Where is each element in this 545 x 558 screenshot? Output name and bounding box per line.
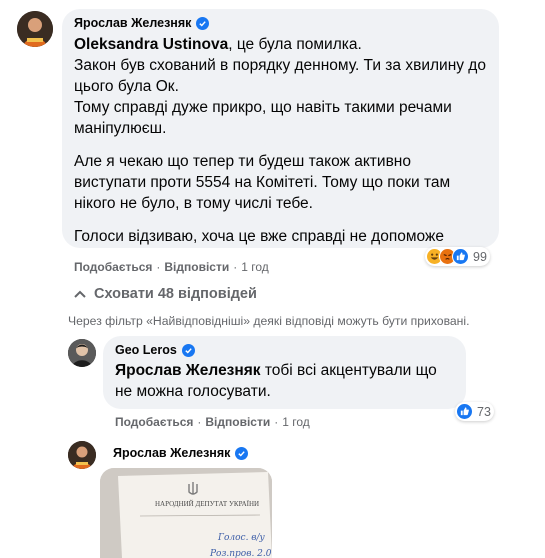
author-name[interactable]: Geo Leros	[115, 343, 177, 357]
filter-notice: Через фільтр «Найвідповідніші» деякі від…	[68, 314, 470, 328]
author-name[interactable]: Ярослав Железняк	[74, 16, 191, 30]
document-header: НАРОДНИЙ ДЕПУТАТ УКРАЇНИ	[155, 500, 259, 508]
separator: ·	[197, 415, 202, 429]
like-button[interactable]: Подобається	[74, 260, 152, 274]
handwriting-note: Роз.пров. 2.0	[209, 549, 272, 558]
verified-badge-icon	[181, 343, 195, 357]
reply-actions: Подобається · Відповісти · 1 год	[115, 415, 310, 429]
reply-bubble: Geo Leros Ярослав Железняк тобі всі акце…	[103, 336, 466, 409]
reaction-count: 99	[473, 249, 487, 264]
separator: ·	[156, 260, 161, 274]
reaction-count: 73	[477, 404, 491, 419]
chevron-up-icon	[74, 290, 86, 298]
comment-paragraph: Голоси відзиваю, хоча це вже справді не …	[74, 228, 444, 245]
like-icon	[452, 248, 469, 265]
hide-replies-label[interactable]: Сховати 48 відповідей	[94, 286, 257, 302]
hide-replies-button[interactable]: Сховати 48 відповідей	[74, 286, 257, 302]
separator: ·	[274, 415, 279, 429]
mention-link[interactable]: Oleksandra Ustinova	[74, 36, 228, 53]
like-icon	[456, 403, 473, 420]
comment-actions: Подобається · Відповісти · 1 год	[74, 260, 269, 274]
comment-text: Oleksandra Ustinova, це була помилка. За…	[74, 34, 487, 247]
handwriting-note: Голос. в/у	[217, 533, 266, 543]
verified-badge-icon	[196, 16, 210, 30]
attached-photo[interactable]: НАРОДНИЙ ДЕПУТАТ УКРАЇНИ Голос. в/у Роз.…	[100, 468, 272, 558]
comment-text-fragment: Закон був схований в порядку денному. Ти…	[74, 57, 486, 95]
reply2-author[interactable]: Ярослав Железняк	[113, 446, 249, 460]
comment-author[interactable]: Ярослав Железняк	[74, 16, 487, 30]
avatar[interactable]	[68, 441, 96, 469]
reply-author[interactable]: Geo Leros	[115, 343, 454, 357]
separator: ·	[233, 260, 238, 274]
author-name[interactable]: Ярослав Железняк	[113, 446, 230, 460]
timestamp[interactable]: 1 год	[282, 415, 310, 429]
reaction-summary[interactable]: 73	[455, 402, 494, 421]
comment-bubble: Ярослав Железняк Oleksandra Ustinova, це…	[62, 9, 499, 248]
like-button[interactable]: Подобається	[115, 415, 193, 429]
timestamp[interactable]: 1 год	[241, 260, 269, 274]
verified-badge-icon	[235, 446, 249, 460]
comment-text-fragment: Тому справді дуже прикро, що навіть таки…	[74, 99, 452, 137]
reply-button[interactable]: Відповісти	[205, 415, 270, 429]
comment-paragraph: Але я чекаю що тепер ти будеш також акти…	[74, 153, 451, 212]
comment-text-fragment: , це була помилка.	[228, 36, 362, 53]
avatar[interactable]	[17, 11, 53, 47]
reaction-summary[interactable]: 99	[425, 247, 490, 266]
mention-link[interactable]: Ярослав Железняк	[115, 362, 261, 379]
avatar[interactable]	[68, 339, 96, 367]
reply-text: Ярослав Железняк тобі всі акцентували що…	[115, 360, 454, 402]
reply-button[interactable]: Відповісти	[164, 260, 229, 274]
